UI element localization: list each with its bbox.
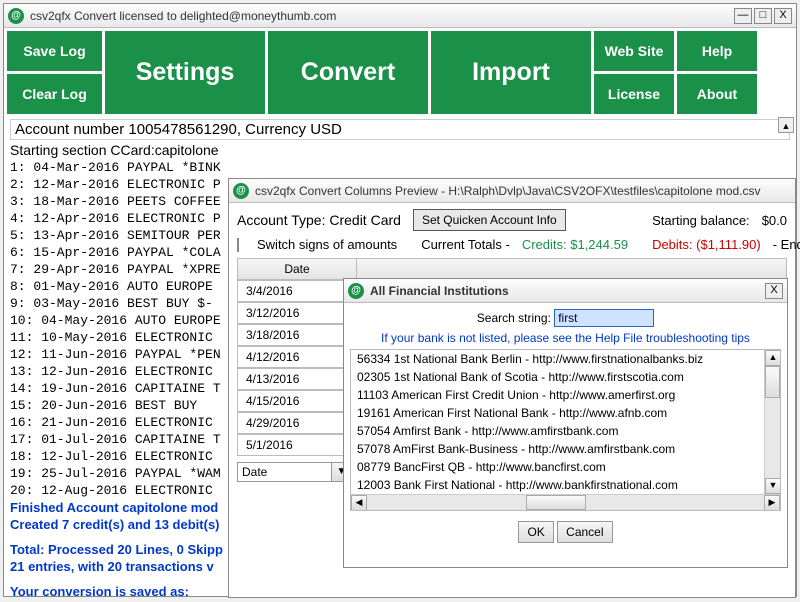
app-icon: @ [8,8,24,24]
account-type-label: Account Type: Credit Card [237,212,401,228]
cancel-button[interactable]: Cancel [557,521,612,543]
scroll-right-icon[interactable]: ▶ [764,495,780,511]
fi-item[interactable]: 56334 1st National Bank Berlin - http://… [351,350,780,368]
clear-log-button[interactable]: Clear Log [7,74,102,114]
ok-button[interactable]: OK [518,521,553,543]
fi-dialog: @ All Financial Institutions X Search st… [343,278,788,568]
date-header[interactable]: Date [237,258,357,280]
help-button[interactable]: Help [677,31,757,71]
date-combo-input[interactable] [237,462,332,482]
fi-item[interactable]: 02305 1st National Bank of Scotia - http… [351,368,780,386]
fi-item[interactable]: 11103 American First Credit Union - http… [351,386,780,404]
date-cell[interactable]: 4/29/2016 [237,412,357,434]
debits-value: Debits: ($1,111.90) [652,237,761,252]
main-toolbar: Save Log Clear Log Settings Convert Impo… [4,28,796,117]
scroll-down-icon[interactable]: ▼ [765,478,781,494]
license-button[interactable]: License [594,74,674,114]
fi-vscrollbar[interactable]: ▲ ▼ [764,350,780,494]
account-line: Account number 1005478561290, Currency U… [10,119,790,140]
fi-hscrollbar[interactable]: ◀ ▶ [351,494,780,510]
switch-signs-checkbox[interactable] [237,238,239,252]
main-title: csv2qfx Convert licensed to delighted@mo… [30,9,732,23]
fi-item[interactable]: 12003 Bank First National - http://www.b… [351,476,780,494]
date-cell[interactable]: 4/15/2016 [237,390,357,412]
date-combo[interactable]: ▼ [237,462,352,482]
scroll-thumb[interactable] [765,366,780,398]
convert-button[interactable]: Convert [268,31,428,114]
fi-hint[interactable]: If your bank is not listed, please see t… [350,331,781,345]
scroll-left-icon[interactable]: ◀ [351,495,367,511]
date-cell[interactable]: 5/1/2016 [237,434,357,456]
date-cell[interactable]: 3/18/2016 [237,324,357,346]
credits-value: Credits: $1,244.59 [522,237,628,252]
maximize-button[interactable]: □ [754,8,772,24]
fi-title: All Financial Institutions [370,284,763,298]
close-button[interactable]: X [774,8,792,24]
log-scroll-up[interactable]: ▲ [778,117,794,133]
import-button[interactable]: Import [431,31,591,114]
current-totals-label: Current Totals - [421,237,510,252]
date-cell[interactable]: 3/12/2016 [237,302,357,324]
hscroll-thumb[interactable] [526,495,586,510]
date-cell[interactable]: 3/4/2016 [237,280,357,302]
preview-title: csv2qfx Convert Columns Preview - H:\Ral… [255,184,791,198]
preview-titlebar: @ csv2qfx Convert Columns Preview - H:\R… [229,179,795,203]
grid-header-blank [357,258,787,280]
search-input[interactable] [554,309,654,327]
app-icon: @ [233,183,249,199]
set-quicken-button[interactable]: Set Quicken Account Info [413,209,566,231]
web-site-button[interactable]: Web Site [594,31,674,71]
ending-label: - Ending ba [773,237,800,252]
fi-item[interactable]: 19161 American First National Bank - htt… [351,404,780,422]
fi-close-button[interactable]: X [765,283,783,299]
about-button[interactable]: About [677,74,757,114]
switch-signs-label: Switch signs of amounts [257,237,397,252]
fi-item[interactable]: 57054 Amfirst Bank - http://www.amfirstb… [351,422,780,440]
date-cell[interactable]: 4/12/2016 [237,346,357,368]
starting-balance-label: Starting balance: [652,213,750,228]
fi-item[interactable]: 57078 AmFirst Bank-Business - http://www… [351,440,780,458]
starting-balance-value: $0.0 [762,213,787,228]
search-label: Search string: [477,311,551,325]
minimize-button[interactable]: — [734,8,752,24]
main-titlebar: @ csv2qfx Convert licensed to delighted@… [4,4,796,28]
settings-button[interactable]: Settings [105,31,265,114]
app-icon: @ [348,283,364,299]
fi-titlebar: @ All Financial Institutions X [344,279,787,303]
fi-list: 56334 1st National Bank Berlin - http://… [350,349,781,511]
section-line: Starting section CCard:capitolone [10,142,790,159]
fi-item[interactable]: 08779 BancFirst QB - http://www.bancfirs… [351,458,780,476]
scroll-up-icon[interactable]: ▲ [765,350,781,366]
date-cell[interactable]: 4/13/2016 [237,368,357,390]
log-line: 1: 04-Mar-2016 PAYPAL *BINK [10,159,790,176]
save-log-button[interactable]: Save Log [7,31,102,71]
